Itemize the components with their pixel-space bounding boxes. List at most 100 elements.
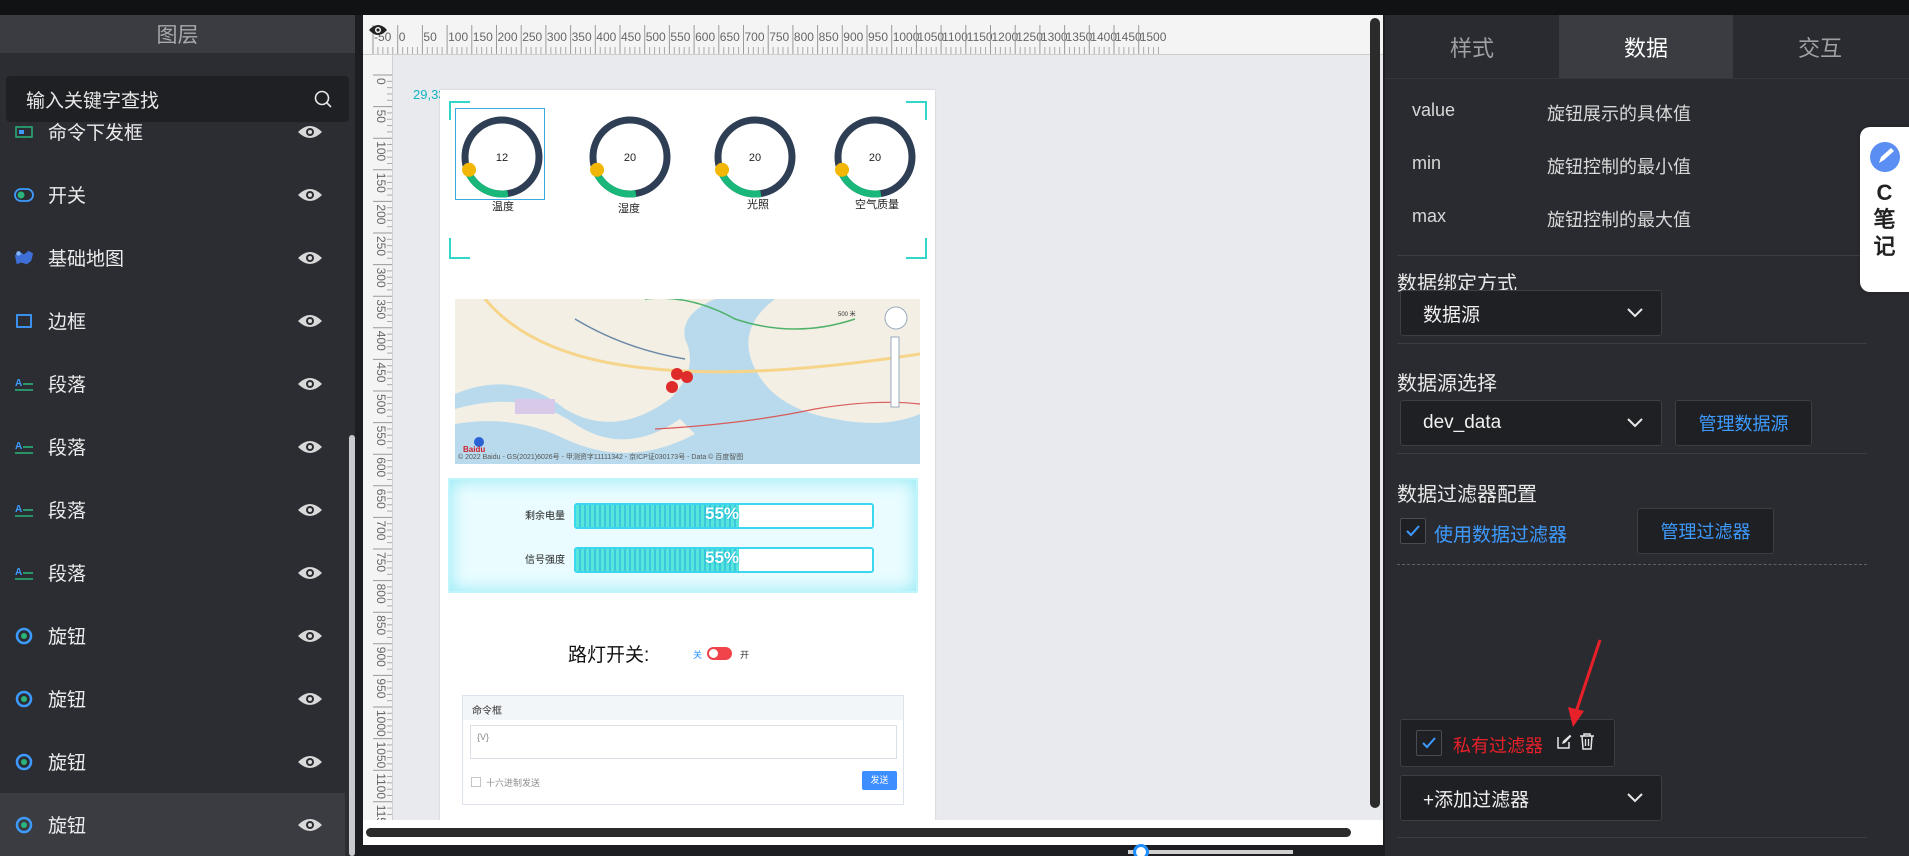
layer-item[interactable]: A 段落	[0, 478, 345, 541]
command-box: 命令框 {V} 十六进制发送 发送	[462, 695, 904, 805]
tab-data[interactable]: 数据	[1559, 15, 1733, 78]
tab-style[interactable]: 样式	[1385, 15, 1559, 78]
source-label: 数据源选择	[1397, 373, 1497, 395]
prop-key: value	[1412, 100, 1456, 120]
visibility-eye-icon[interactable]	[297, 691, 323, 707]
filter-config-label: 数据过滤器配置	[1397, 484, 1537, 506]
visibility-eye-icon[interactable]	[297, 124, 323, 140]
binding-value: 数据源	[1423, 304, 1481, 326]
trash-icon[interactable]	[1579, 733, 1595, 750]
note-widget[interactable]: C 笔 记	[1860, 127, 1909, 292]
divider	[1397, 255, 1867, 256]
binding-select[interactable]: 数据源	[1400, 290, 1662, 336]
visibility-eye-icon[interactable]	[297, 250, 323, 266]
prop-key: max	[1412, 206, 1447, 226]
layer-item[interactable]: A 段落	[0, 541, 345, 604]
ruler-left-label: 550	[374, 426, 388, 446]
layer-label: 命令下发框	[48, 123, 144, 144]
ruler-top-label: 550	[670, 30, 690, 44]
hex-send-checkbox[interactable]: 十六进制发送	[471, 776, 540, 789]
use-filter-checkbox[interactable]	[1400, 518, 1426, 544]
visibility-eye-icon[interactable]	[297, 187, 323, 203]
edit-icon[interactable]	[1556, 734, 1572, 750]
knob-handle[interactable]	[462, 162, 477, 177]
ruler-top-label: 1200	[992, 30, 1019, 44]
layer-item[interactable]: 旋钮	[0, 604, 345, 667]
visibility-eye-icon[interactable]	[297, 439, 323, 455]
send-button[interactable]: 发送	[862, 771, 897, 790]
ruler-left-label: 700	[374, 520, 388, 540]
ruler-top-label: 600	[695, 30, 715, 44]
visibility-eye-icon[interactable]	[297, 754, 323, 770]
use-filter-label[interactable]: 使用数据过滤器	[1434, 520, 1567, 547]
layer-label: 段落	[48, 501, 87, 522]
manage-filter-button[interactable]: 管理过滤器	[1637, 508, 1774, 554]
layer-item[interactable]: 旋钮	[0, 667, 345, 730]
private-filter-checkbox[interactable]	[1416, 730, 1442, 756]
base-map[interactable]: Baidu 500 米 © 2022 Baidu - GS(2021)6026号…	[455, 299, 920, 464]
ruler-left-label: 800	[374, 584, 388, 604]
map-graphic: Baidu	[455, 299, 920, 464]
tab-interaction[interactable]: 交互	[1733, 15, 1907, 78]
zoom-slider-track[interactable]	[1128, 850, 1293, 854]
layer-label: 开关	[48, 186, 87, 207]
canvas-footer	[363, 844, 1383, 856]
layer-item[interactable]: 旋钮	[0, 793, 345, 856]
layer-label: 段落	[48, 438, 87, 459]
layer-item[interactable]: A 段落	[0, 415, 345, 478]
knob-value-arc	[593, 172, 637, 198]
knob-label: 温度	[492, 201, 514, 213]
design-canvas[interactable]: -50 0 50 100 150 200 250 300 350 400 450 500 550 600 6…	[363, 15, 1383, 856]
visibility-eye-icon[interactable]	[297, 502, 323, 518]
source-select[interactable]: dev_data	[1400, 400, 1662, 446]
add-filter-select[interactable]: +添加过滤器	[1400, 775, 1662, 821]
layer-panel: 图层 页面 输入关键字查找 命令下发框开关基础地图边框A段落A段落A段落A段落旋…	[0, 15, 355, 856]
canvas-horizontal-scrollbar[interactable]	[366, 828, 1351, 837]
ruler-top-label: 950	[868, 30, 888, 44]
divider	[1397, 837, 1867, 838]
tab-layers[interactable]: 图层	[0, 15, 355, 53]
ruler-top-label: 50	[423, 30, 437, 44]
knob-handle[interactable]	[835, 162, 850, 177]
layer-scrollbar[interactable]	[349, 435, 355, 856]
knob[interactable]: 20	[830, 112, 920, 202]
visibility-eye-icon[interactable]	[297, 313, 323, 329]
street-light-toggle[interactable]	[707, 647, 732, 660]
switch-off-label: 关	[693, 650, 703, 660]
progress-percent: 55%	[705, 504, 740, 523]
layer-item[interactable]: 基础地图	[0, 226, 345, 289]
prop-desc: 旋钮控制的最大值	[1547, 210, 1691, 230]
layer-item[interactable]: A 段落	[0, 352, 345, 415]
map-attribution: © 2022 Baidu - GS(2021)6026号 - 甲测资字11111…	[458, 454, 744, 461]
ruler-top-label: 450	[621, 30, 641, 44]
layer-label: 旋钮	[48, 816, 87, 837]
knob[interactable]: 20	[710, 112, 800, 202]
manage-source-button[interactable]: 管理数据源	[1675, 400, 1812, 446]
ruler-top-label: 800	[794, 30, 814, 44]
command-input[interactable]: {V}	[470, 725, 897, 759]
ruler-top-label: 100	[448, 30, 468, 44]
knob-handle[interactable]	[590, 162, 605, 177]
ruler-left-label: 1100	[374, 773, 388, 799]
visibility-eye-icon[interactable]	[368, 23, 388, 37]
private-filter-label: 私有过滤器	[1453, 736, 1543, 756]
layer-label: 边框	[48, 312, 87, 333]
top-bar	[0, 0, 1909, 15]
visibility-eye-icon[interactable]	[297, 817, 323, 833]
layer-item[interactable]: 旋钮	[0, 730, 345, 793]
visibility-eye-icon[interactable]	[297, 565, 323, 581]
canvas-vertical-scrollbar[interactable]	[1370, 18, 1380, 808]
visibility-eye-icon[interactable]	[297, 376, 323, 392]
knob[interactable]: 20	[585, 112, 675, 202]
knob-icon	[14, 626, 34, 646]
knob[interactable]: 12	[457, 112, 547, 202]
layer-item[interactable]: 命令下发框	[0, 100, 345, 163]
knob-value-arc	[718, 172, 762, 198]
layer-item[interactable]: 边框	[0, 289, 345, 352]
visibility-eye-icon[interactable]	[297, 628, 323, 644]
zoom-slider-handle[interactable]	[1133, 844, 1149, 856]
knob-handle[interactable]	[715, 162, 730, 177]
layer-item[interactable]: 开关	[0, 163, 345, 226]
progress-panel: 剩余电量 55% 信号强度 55%	[448, 478, 918, 593]
prop-desc: 旋钮控制的最小值	[1547, 157, 1691, 177]
